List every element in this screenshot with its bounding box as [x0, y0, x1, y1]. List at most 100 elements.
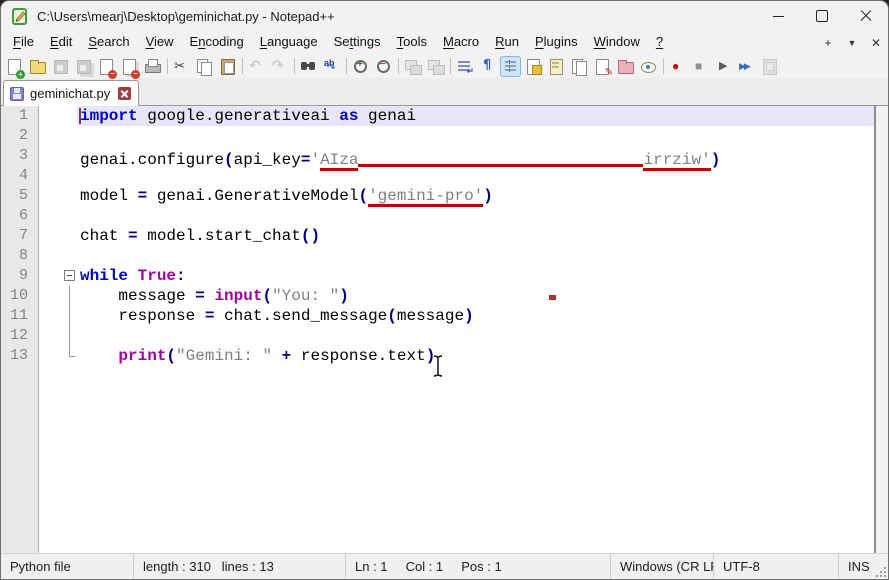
toolbar-separator — [663, 58, 664, 74]
token: print — [118, 347, 166, 365]
macro-stop-icon[interactable] — [691, 57, 710, 76]
token: response — [80, 307, 205, 325]
fold-margin[interactable] — [39, 106, 77, 553]
close-window-button[interactable] — [844, 1, 888, 31]
code-line-9[interactable]: while True: — [80, 266, 874, 286]
monitoring-icon[interactable] — [639, 57, 658, 76]
indent-guide-icon[interactable] — [501, 57, 520, 76]
code-line-7[interactable]: chat = model.start_chat() — [80, 226, 874, 246]
token: chat.send_message — [214, 307, 387, 325]
function-list-icon[interactable] — [524, 57, 543, 76]
vertical-scrollbar[interactable] — [874, 106, 888, 553]
fold-marker-start[interactable] — [39, 266, 77, 286]
toolbar-separator — [167, 58, 168, 74]
notepad-plus-plus-icon — [12, 8, 29, 25]
show-all-chars-icon[interactable] — [478, 57, 497, 76]
redacted-api-key-gap — [358, 146, 643, 164]
close-document-icon[interactable]: ✕ — [864, 36, 888, 50]
print-icon[interactable] — [143, 57, 162, 76]
token: model.start_chat — [138, 227, 301, 245]
menu-item-edit[interactable]: Edit — [42, 31, 80, 54]
menu-item-macro[interactable]: Macro — [435, 31, 487, 54]
token: model — [80, 187, 138, 205]
token: message — [80, 287, 195, 305]
folder-workspace-icon[interactable] — [616, 57, 635, 76]
line-number: 4 — [1, 166, 38, 186]
code-line-11[interactable]: response = chat.send_message(message) — [80, 306, 874, 326]
status-eol-format[interactable]: Windows (CR LF) — [620, 559, 714, 574]
replace-icon[interactable] — [322, 57, 341, 76]
open-icon[interactable] — [28, 57, 47, 76]
macro-save-icon — [760, 57, 779, 76]
line-number: 10 — [1, 286, 38, 306]
token: True — [138, 267, 176, 285]
code-line-3[interactable]: genai.configure(api_key='AIzairrziw') — [80, 146, 874, 166]
code-line-6[interactable] — [80, 206, 874, 226]
zoom-in-icon[interactable] — [351, 57, 370, 76]
paste-icon[interactable] — [218, 57, 237, 76]
toolbar-separator — [398, 58, 399, 74]
token: response.text — [291, 347, 425, 365]
menu-item-help[interactable]: ? — [648, 31, 671, 54]
tab-close-icon[interactable] — [118, 87, 131, 100]
code-text-area[interactable]: import google.generativeai as genai genai… — [77, 106, 874, 553]
minimize-button[interactable] — [756, 1, 800, 31]
token: + — [282, 347, 292, 365]
maximize-button[interactable] — [800, 1, 844, 31]
token: = — [128, 227, 138, 245]
new-file-icon[interactable] — [5, 57, 24, 76]
find-icon[interactable] — [299, 57, 318, 76]
menu-item-run[interactable]: Run — [487, 31, 527, 54]
token: ) — [426, 347, 436, 365]
code-line-10[interactable]: message = input("You: ") — [80, 286, 874, 306]
token: ( — [262, 287, 272, 305]
page-edit-icon[interactable] — [593, 57, 612, 76]
tab-list-dropdown-icon[interactable]: ▼ — [840, 38, 864, 48]
fold-row — [39, 226, 77, 246]
code-line-5[interactable]: model = genai.GenerativeModel('gemini-pr… — [80, 186, 874, 206]
code-line-2[interactable] — [80, 126, 874, 146]
macro-play-icon[interactable] — [714, 57, 733, 76]
save-icon — [51, 57, 70, 76]
status-doc-type: Python file — [10, 559, 71, 574]
code-line-13[interactable]: print("Gemini: " + response.text) — [80, 346, 874, 366]
token — [128, 267, 138, 285]
fold-row — [39, 126, 77, 146]
macro-run-multi-icon[interactable] — [737, 57, 756, 76]
zoom-out-icon[interactable] — [374, 57, 393, 76]
code-line-12[interactable] — [80, 326, 874, 346]
cut-icon[interactable] — [172, 57, 191, 76]
tab-bar: geminichat.py — [1, 78, 888, 106]
close-icon[interactable] — [97, 57, 116, 76]
token — [205, 287, 215, 305]
menu-item-encoding[interactable]: Encoding — [182, 31, 252, 54]
menu-item-language[interactable]: Language — [252, 31, 326, 54]
copy-icon[interactable] — [195, 57, 214, 76]
new-tab-icon[interactable]: + — [816, 36, 840, 50]
status-encoding[interactable]: UTF-8 — [723, 559, 760, 574]
code-line-4[interactable] — [80, 166, 874, 186]
line-number: 7 — [1, 226, 38, 246]
document-map-icon[interactable] — [547, 57, 566, 76]
menu-item-file[interactable]: File — [5, 31, 42, 54]
code-line-8[interactable] — [80, 246, 874, 266]
window-title: C:\Users\mearj\Desktop\geminichat.py - N… — [37, 9, 335, 24]
menu-item-view[interactable]: View — [138, 31, 182, 54]
code-line-1[interactable]: import google.generativeai as genai — [77, 106, 874, 126]
fold-marker-mid — [39, 326, 77, 346]
status-insert-mode[interactable]: INS — [848, 559, 870, 574]
menu-item-search[interactable]: Search — [80, 31, 137, 54]
tab-geminichat[interactable]: geminichat.py — [3, 80, 139, 106]
menu-item-plugins[interactable]: Plugins — [527, 31, 586, 54]
fold-row — [39, 246, 77, 266]
token: = — [205, 307, 215, 325]
line-number: 5 — [1, 186, 38, 206]
word-wrap-icon[interactable] — [455, 57, 474, 76]
menu-item-settings[interactable]: Settings — [326, 31, 389, 54]
token: "You: " — [272, 287, 339, 305]
close-all-icon[interactable] — [120, 57, 139, 76]
menu-item-tools[interactable]: Tools — [389, 31, 435, 54]
document-list-icon[interactable] — [570, 57, 589, 76]
macro-record-icon[interactable] — [668, 57, 687, 76]
menu-item-window[interactable]: Window — [586, 31, 648, 54]
